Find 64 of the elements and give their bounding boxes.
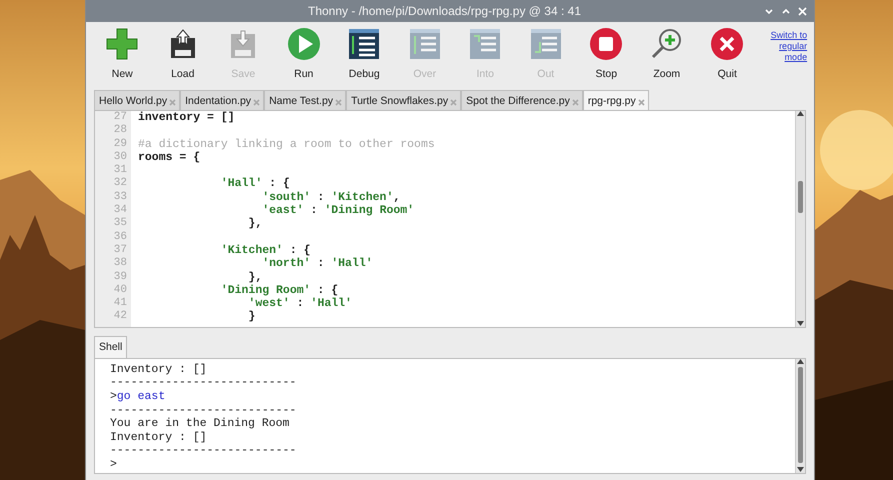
line-number: 39 (112, 270, 127, 284)
code-line: }, (247, 270, 264, 284)
down-arrow-icon[interactable] (797, 466, 804, 473)
code-line: 'south' : 'Kitchen', (261, 190, 402, 204)
shell-line: --------------------------- (110, 376, 298, 390)
code-line: 'north' : 'Hall' (261, 257, 374, 271)
shell-line: Inventory : [] (110, 430, 208, 444)
shell-line: > (110, 458, 118, 472)
file-tab[interactable]: Name Test.py (264, 90, 346, 110)
close-icon[interactable] (638, 98, 645, 106)
stop-icon (588, 26, 624, 62)
shell-line: You are in the Dining Room (110, 417, 290, 431)
code-line: 'Kitchen' : { (220, 244, 312, 258)
line-number: 29 (112, 138, 127, 151)
line-number: 28 (112, 124, 127, 138)
line-number: 38 (112, 257, 127, 271)
line-number: 34 (112, 204, 127, 218)
file-tab[interactable]: Turtle Snowflakes.py (346, 90, 462, 110)
code-line: 'west' : 'Hall' (247, 297, 353, 310)
shell-line: Inventory : [] (110, 362, 208, 376)
code-line: }, (247, 217, 264, 231)
file-tab[interactable]: Spot the Difference.py (461, 90, 583, 110)
code-line: 'Dining Room' : { (220, 284, 340, 298)
window-title: Thonny - /home/pi/Downloads/rpg-rpg.py @ 34 : 41 (307, 3, 582, 20)
toolbar-button[interactable]: New (92, 26, 152, 83)
line-number: 27 (112, 111, 127, 124)
line-number: 36 (112, 230, 127, 244)
shell-line: >go east (110, 390, 166, 404)
line-number: 35 (112, 217, 127, 231)
code-line: 'east' : 'Dining Room' (261, 204, 416, 218)
play-icon (286, 26, 322, 62)
line-number: 31 (112, 164, 127, 178)
file-tab[interactable]: Hello World.py (94, 90, 180, 110)
line-number: 33 (112, 190, 127, 204)
code-line: #a dictionary linking a room to other rooms (138, 138, 436, 151)
line-number: 40 (112, 284, 127, 298)
scrollbar[interactable] (795, 358, 805, 473)
code-line: rooms = { (138, 150, 202, 164)
line-number: 42 (112, 310, 127, 324)
shell-line: --------------------------- (110, 444, 298, 458)
line-number: 41 (112, 297, 127, 310)
toolbar-button[interactable]: Debug (334, 26, 394, 83)
shell-tab[interactable]: Shell (94, 336, 128, 358)
scrollbar[interactable] (795, 111, 805, 327)
file-tab[interactable]: rpg-rpg.py (582, 90, 649, 110)
line-number: 32 (112, 177, 127, 191)
toolbar-button[interactable]: Stop (576, 26, 636, 83)
file-tab[interactable]: Indentation.py (180, 90, 264, 110)
down-arrow-icon[interactable] (797, 321, 804, 327)
toolbar-button[interactable]: Zoom (636, 26, 697, 83)
up-arrow-icon[interactable] (797, 111, 804, 117)
code-line: } (247, 310, 256, 324)
mode-link[interactable]: Switch to regular mode (758, 30, 808, 62)
up-arrow-icon[interactable] (797, 358, 804, 365)
toolbar-button[interactable]: Load (152, 26, 213, 83)
code-line: inventory = [] (138, 111, 236, 124)
toolbar-button[interactable]: Run (274, 26, 334, 83)
line-number: 30 (112, 150, 127, 164)
code-line: 'Hall' : { (220, 177, 291, 191)
line-number: 37 (112, 244, 127, 258)
plus-icon (104, 26, 140, 62)
close-icon (709, 26, 746, 62)
toolbar-button[interactable]: Quit (697, 26, 758, 83)
shell-line: --------------------------- (110, 404, 298, 418)
